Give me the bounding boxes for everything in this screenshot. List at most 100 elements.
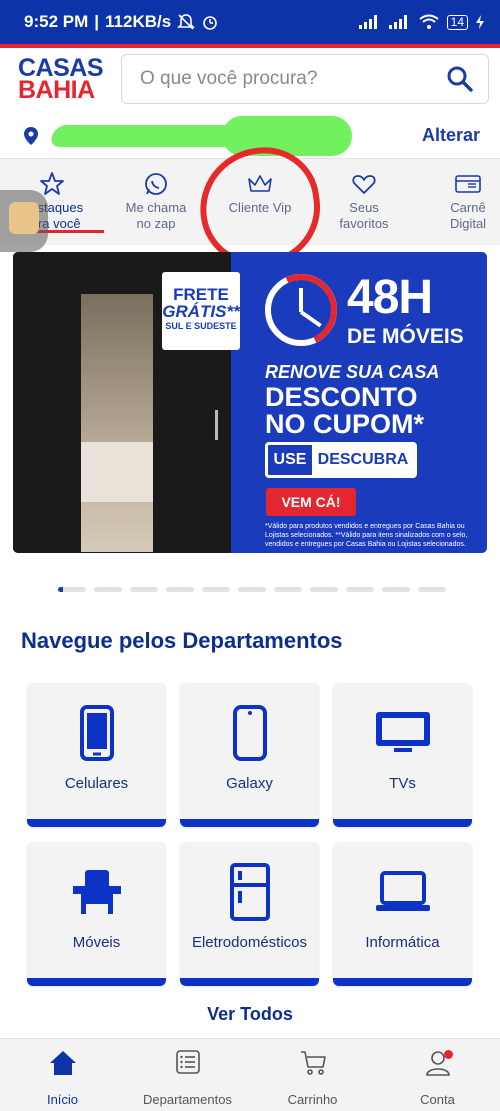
banner-cta-button[interactable]: VEM CÁ! — [266, 488, 356, 516]
tv-icon — [375, 712, 430, 752]
desconto-line1: DESCONTO — [265, 382, 418, 412]
carousel-dot[interactable] — [418, 587, 446, 592]
charging-icon — [476, 15, 484, 29]
bottom-navigation: Início Departamentos Carrinho Conta — [0, 1038, 500, 1111]
card-icon — [455, 175, 481, 193]
list-icon — [175, 1050, 200, 1074]
card-accent-bar — [333, 978, 472, 986]
coupon-box: USE DESCUBRA — [265, 442, 417, 478]
departments-grid: Celulares Galaxy TVs Móveis Eletrodomést… — [27, 683, 473, 986]
banner-subheadline: DE MÓVEIS — [347, 325, 464, 348]
redacted-address — [48, 124, 286, 147]
shortcut-carne-digital[interactable]: Carnê Digital — [416, 159, 500, 245]
carousel-dot[interactable] — [310, 587, 338, 592]
bell-off-icon — [177, 14, 196, 30]
carousel-dot[interactable] — [166, 587, 194, 592]
department-card-tvs[interactable]: TVs — [333, 683, 472, 827]
department-label: Informática — [365, 934, 440, 951]
card-accent-bar — [27, 819, 166, 827]
casas-bahia-logo[interactable]: CASAS BAHIA — [18, 56, 118, 104]
department-card-eletrodomesticos[interactable]: Eletrodomésticos — [180, 842, 319, 986]
banner-photo-mirror — [81, 294, 153, 552]
carousel-indicator — [58, 587, 446, 592]
battery-icon: 14 — [446, 14, 468, 30]
carousel-dot[interactable] — [202, 587, 230, 592]
banner-fine-print: *Válido para produtos vendidos e entregu… — [265, 523, 468, 548]
coupon-code: DESCUBRA — [312, 445, 414, 475]
shortcut-label: Seus — [349, 200, 379, 215]
department-label: Celulares — [64, 775, 129, 792]
banner-desconto: DESCONTO NO CUPOM* — [265, 384, 424, 438]
nav-inicio[interactable]: Início — [0, 1039, 125, 1111]
alarm-icon — [203, 16, 217, 30]
change-location-link[interactable]: Alterar — [422, 125, 480, 146]
battery-level: 14 — [450, 14, 464, 29]
nav-departamentos[interactable]: Departamentos — [125, 1039, 250, 1111]
frete-line2: GRÁTIS** — [162, 302, 240, 321]
shortcut-label: Me chama — [125, 200, 187, 215]
shortcut-label-2: favoritos — [339, 216, 389, 231]
card-accent-bar — [180, 978, 319, 986]
carousel-dot[interactable] — [238, 587, 266, 592]
free-shipping-badge: FRETE GRÁTIS** SUL E SUDESTE — [162, 272, 240, 350]
search-placeholder: O que você procura? — [140, 68, 318, 89]
refrigerator-icon — [229, 863, 270, 921]
cart-icon — [300, 1051, 326, 1075]
carousel-dot[interactable] — [346, 587, 374, 592]
shortcut-favoritos[interactable]: Seus favoritos — [312, 159, 416, 245]
status-time: 9:52 PM — [24, 12, 89, 31]
carousel-dot[interactable] — [130, 587, 158, 592]
galaxy-phone-icon — [232, 705, 267, 761]
banner-headline: 48H — [347, 271, 433, 324]
heart-icon — [352, 175, 376, 194]
armchair-icon — [72, 870, 121, 914]
nav-carrinho[interactable]: Carrinho — [250, 1039, 375, 1111]
desconto-line2: NO CUPOM* — [265, 409, 425, 439]
app-header: CASAS BAHIA O que você procura? — [0, 48, 500, 110]
coupon-use-label: USE — [273, 451, 307, 468]
frete-line3: SUL E SUDESTE — [165, 321, 237, 331]
carousel-dot[interactable] — [274, 587, 302, 592]
shortcut-label: Carnê — [450, 200, 486, 215]
department-label: Eletrodomésticos — [191, 934, 308, 951]
carousel-dot[interactable] — [382, 587, 410, 592]
whatsapp-icon — [145, 173, 167, 195]
star-icon — [40, 172, 64, 195]
assistant-avatar-icon — [9, 202, 39, 234]
shortcut-me-chama-no-zap[interactable]: Me chama no zap — [104, 159, 208, 245]
search-icon[interactable] — [446, 65, 474, 93]
status-separator: | — [94, 12, 100, 31]
nav-label: Início — [46, 1092, 79, 1107]
banner-photo-bed — [81, 442, 153, 502]
department-label: TVs — [389, 775, 416, 792]
promo-banner[interactable]: FRETE GRÁTIS** SUL E SUDESTE 48H DE MÓVE… — [13, 252, 487, 553]
status-speed: 112KB/s — [105, 12, 172, 31]
home-icon — [49, 1051, 76, 1075]
shortcut-label-2: Digital — [449, 216, 487, 231]
nav-conta[interactable]: Conta — [375, 1039, 500, 1111]
department-card-informatica[interactable]: Informática — [333, 842, 472, 986]
see-all-departments-link[interactable]: Ver Todos — [0, 1004, 500, 1025]
department-card-celulares[interactable]: Celulares — [27, 683, 166, 827]
nav-label: Departamentos — [143, 1092, 232, 1107]
laptop-icon — [375, 871, 430, 911]
department-label: Galaxy — [226, 775, 273, 792]
carousel-dot[interactable] — [94, 587, 122, 592]
nav-label: Carrinho — [287, 1092, 338, 1107]
department-card-galaxy[interactable]: Galaxy — [180, 683, 319, 827]
departments-title: Navegue pelos Departamentos — [21, 628, 343, 653]
carousel-dot[interactable] — [58, 587, 86, 592]
signal-icon — [358, 15, 377, 29]
card-accent-bar — [180, 819, 319, 827]
logo-line2: BAHIA — [18, 76, 95, 104]
notification-badge — [444, 1050, 453, 1059]
clock-hand-icon — [299, 288, 303, 312]
wifi-icon — [419, 14, 439, 29]
search-input[interactable]: O que você procura? — [121, 54, 489, 104]
location-pin-icon — [24, 126, 38, 145]
card-accent-bar — [27, 978, 166, 986]
department-card-moveis[interactable]: Móveis — [27, 842, 166, 986]
banner-renove: RENOVE SUA CASA — [265, 362, 440, 382]
signal-icon-2 — [388, 15, 407, 29]
banner-photo-handle — [215, 410, 218, 440]
